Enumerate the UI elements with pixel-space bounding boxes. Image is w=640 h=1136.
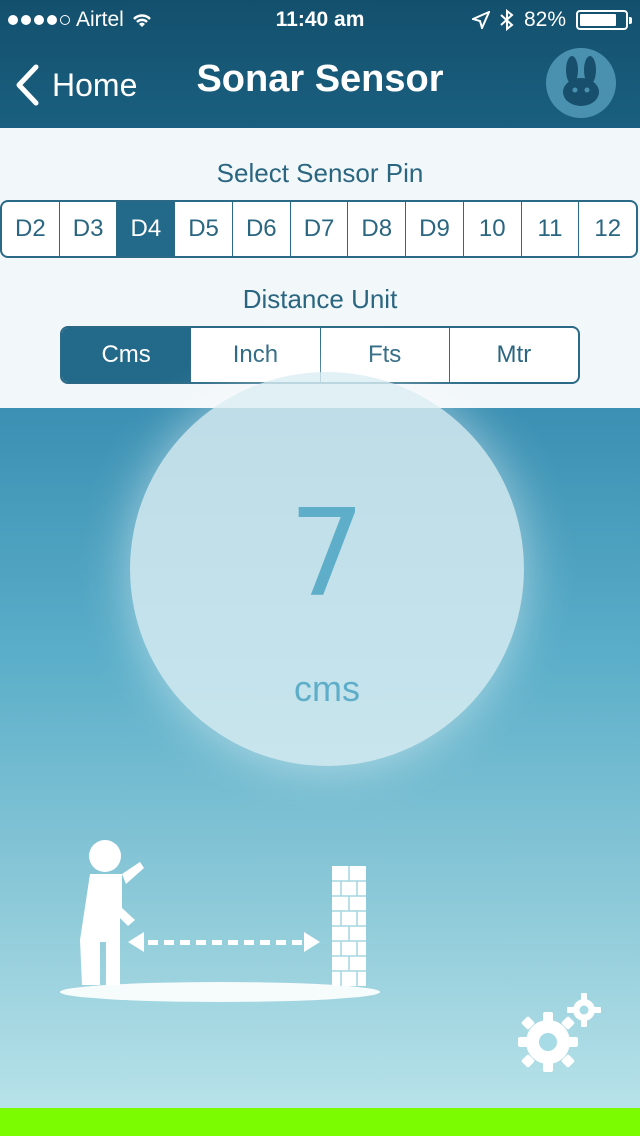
status-bar: Airtel 11:40 am 82% (0, 0, 640, 40)
pin-option[interactable]: 11 (522, 202, 580, 256)
pin-option[interactable]: D5 (175, 202, 233, 256)
sensor-pin-selector: D2 D3 D4 D5 D6 D7 D8 D9 10 11 12 (0, 200, 638, 258)
bluetooth-icon (500, 9, 514, 31)
pin-option-selected[interactable]: D4 (117, 202, 176, 256)
pin-option[interactable]: D6 (233, 202, 291, 256)
unit-option-selected[interactable]: Cms (62, 328, 192, 382)
pin-option[interactable]: D9 (406, 202, 464, 256)
navigation-bar: Home Sonar Sensor (0, 40, 640, 128)
settings-gear-icon[interactable] (514, 990, 604, 1080)
pin-option[interactable]: D3 (60, 202, 118, 256)
bunny-icon[interactable] (546, 48, 616, 118)
sensor-pin-label: Select Sensor Pin (216, 158, 424, 188)
distance-value: 7 (288, 485, 366, 624)
pin-option[interactable]: D8 (348, 202, 407, 256)
distance-unit-text: cms (294, 668, 360, 709)
distance-unit-label: Distance Unit (242, 284, 398, 314)
pin-option[interactable]: D2 (2, 202, 60, 256)
pin-option[interactable]: 10 (464, 202, 522, 256)
pin-option[interactable]: D7 (291, 202, 349, 256)
double-arrow-icon (128, 932, 320, 952)
unit-option[interactable]: Mtr (450, 328, 578, 382)
header: Airtel 11:40 am 82% Home Sonar Sensor (0, 0, 640, 128)
settings-panel: Select Sensor Pin D2 D3 D4 D5 D6 D7 D8 D… (0, 128, 640, 408)
pin-option[interactable]: 12 (579, 202, 636, 256)
sonar-illustration (60, 840, 380, 1002)
page-title: Sonar Sensor (196, 58, 444, 100)
person-icon (80, 840, 144, 985)
battery-percent: 82% (523, 8, 566, 31)
bottom-status-bar (0, 1108, 640, 1136)
brick-wall-icon (332, 866, 366, 986)
battery-icon (576, 10, 632, 30)
location-icon (471, 11, 490, 29)
